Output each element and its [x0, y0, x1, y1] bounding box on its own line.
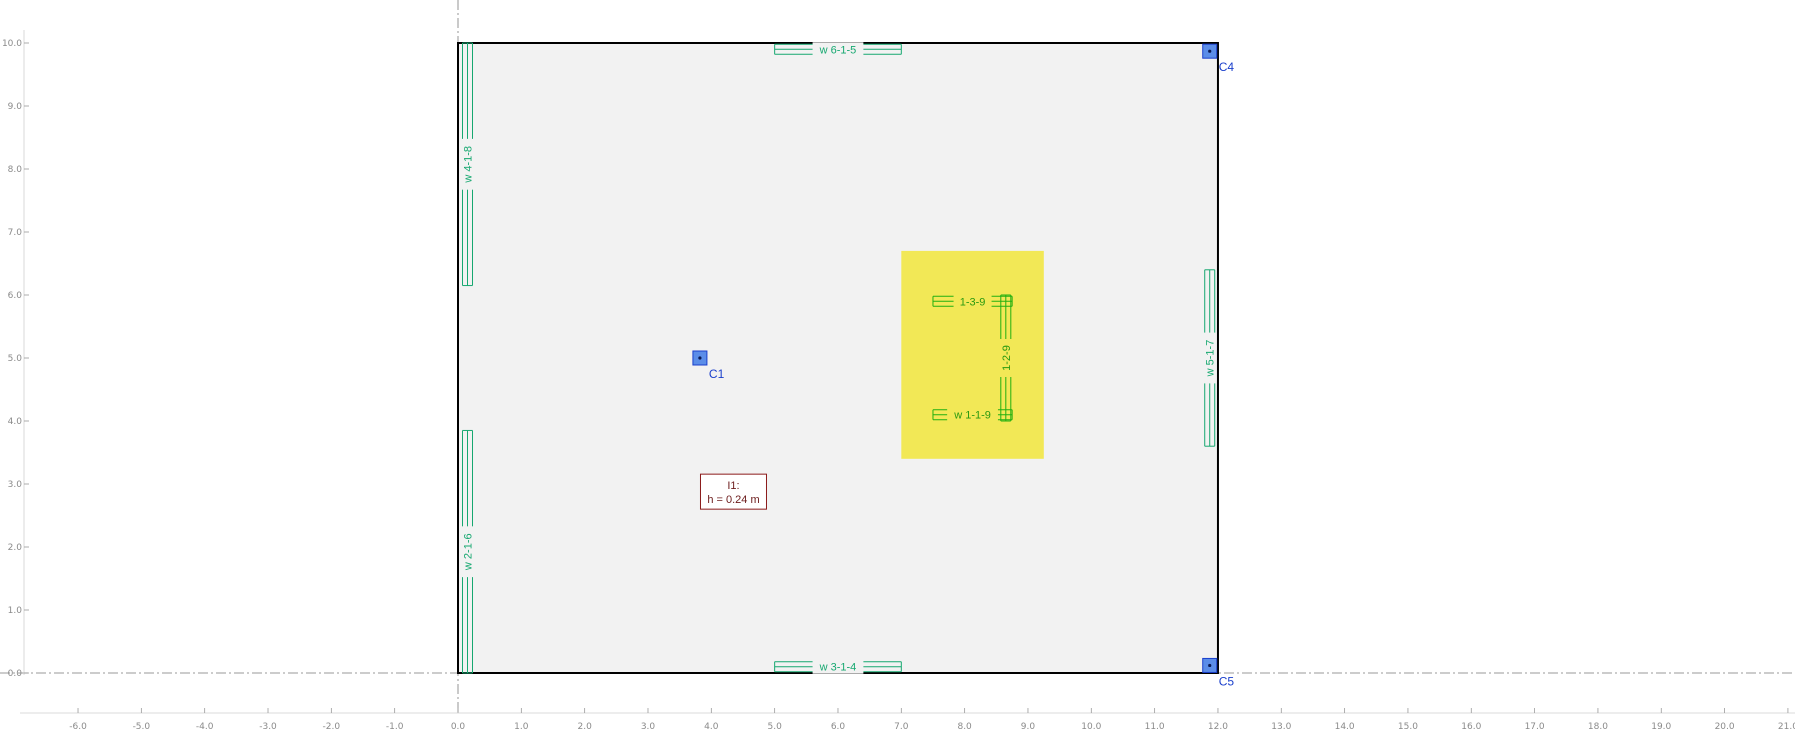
x-tick-label: 9.0: [1021, 722, 1036, 732]
column-center-dot: [698, 356, 702, 360]
drawing-canvas[interactable]: -6.0 -5.0 -4.0 -3.0 -2.0 -1.0 0.0 1.0 2.0 3.0 4.0 5…: [0, 0, 1795, 736]
x-tick-label: 5.0: [767, 722, 782, 732]
wall-w-2-1-6[interactable]: w 2-1-6: [460, 429, 475, 674]
y-tick-label: 8.0: [8, 165, 23, 175]
selection-highlight: [901, 250, 1044, 459]
wall-label: w 2-1-6: [462, 533, 474, 571]
y-tick-label: 5.0: [8, 354, 23, 364]
slab-layer: [457, 42, 1219, 674]
wall-label: w 4-1-8: [462, 146, 474, 184]
x-tick-label: -2.0: [323, 722, 341, 732]
column-label: C4: [1219, 60, 1235, 74]
x-tick-label: 12.0: [1208, 722, 1228, 732]
slab-i1[interactable]: [457, 42, 1219, 674]
x-tick-label: 19.0: [1651, 722, 1671, 732]
x-tick-label: 3.0: [641, 722, 656, 732]
y-tick-label: 7.0: [8, 228, 23, 238]
y-tick-label: 10.0: [2, 39, 22, 49]
x-tick-label: 13.0: [1271, 722, 1291, 732]
wall-w-5-1-7[interactable]: w 5-1-7: [1202, 269, 1217, 447]
column-center-dot: [1208, 49, 1212, 53]
wall-label: 1-3-9: [960, 296, 986, 308]
wall-1-3-9[interactable]: 1-3-9: [932, 294, 1013, 309]
x-tick-label: 6.0: [831, 722, 846, 732]
info-box-title: I1:: [727, 480, 739, 492]
column-label: C5: [1219, 674, 1235, 688]
slab-info-box[interactable]: I1: h = 0.24 m: [699, 473, 767, 510]
wall-w-4-1-8[interactable]: w 4-1-8: [460, 42, 475, 287]
x-tick-label: 15.0: [1398, 722, 1418, 732]
x-tick-label: -6.0: [69, 722, 87, 732]
x-tick-label: 7.0: [894, 722, 909, 732]
y-tick-label: 4.0: [8, 417, 23, 427]
x-tick-label: 11.0: [1145, 722, 1165, 732]
y-tick-label: 6.0: [8, 291, 23, 301]
x-tick-label: 16.0: [1461, 722, 1481, 732]
x-tick-label: 21.0: [1778, 722, 1795, 732]
x-tick-label: 8.0: [957, 722, 972, 732]
y-tick-label: 1.0: [8, 606, 23, 616]
wall-label: w 6-1-5: [819, 44, 857, 56]
x-tick-label: -4.0: [196, 722, 214, 732]
y-tick-label: 3.0: [8, 480, 23, 490]
wall-w-6-1-5[interactable]: w 6-1-5: [774, 42, 902, 57]
x-tick-label: 2.0: [577, 722, 592, 732]
x-tick-label: 1.0: [514, 722, 529, 732]
column-center-dot: [1208, 663, 1212, 668]
wall-label: w 1-1-9: [953, 410, 991, 422]
x-tick-label: -5.0: [133, 722, 151, 732]
wall-w-3-1-4[interactable]: w 3-1-4: [774, 659, 902, 674]
info-box-value: h = 0.24 m: [707, 494, 759, 506]
x-tick-label: 4.0: [704, 722, 719, 732]
wall-label: w 5-1-7: [1205, 340, 1217, 378]
wall-w-1-1-9[interactable]: w 1-1-9: [932, 407, 1013, 422]
y-tick-label: 0.0: [8, 669, 23, 679]
x-tick-label: 14.0: [1335, 722, 1355, 732]
x-tick-label: -3.0: [259, 722, 277, 732]
x-tick-label: 20.0: [1715, 722, 1735, 732]
y-tick-label: 9.0: [8, 102, 23, 112]
y-tick-label: 2.0: [8, 543, 23, 553]
x-tick-label: 17.0: [1525, 722, 1545, 732]
wall-1-2-9[interactable]: 1-2-9: [998, 294, 1013, 422]
x-tick-label: 18.0: [1588, 722, 1608, 732]
wall-label: w 3-1-4: [819, 662, 857, 674]
x-tick-label: 10.0: [1081, 722, 1101, 732]
x-tick-label: 0.0: [451, 722, 466, 732]
info-layer: I1: h = 0.24 m: [699, 473, 767, 510]
x-tick-label: -1.0: [386, 722, 404, 732]
wall-label: 1-2-9: [1001, 345, 1013, 371]
column-label: C1: [709, 367, 725, 381]
